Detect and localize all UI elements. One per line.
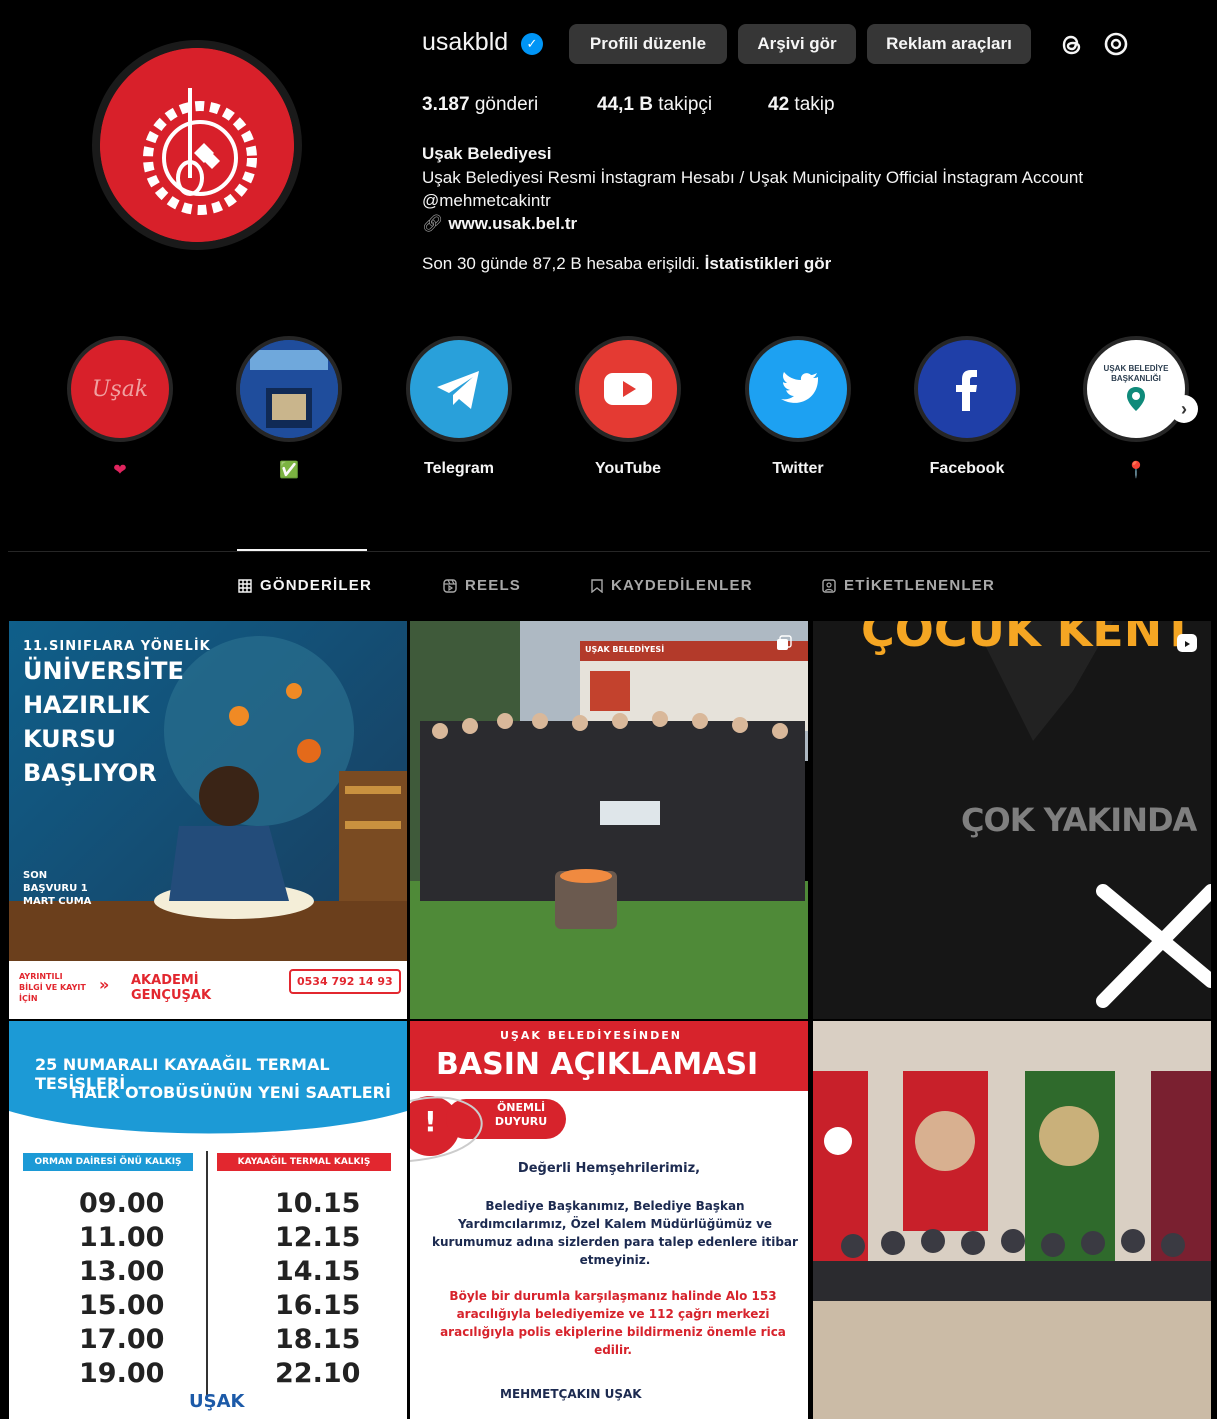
post-coming-soon: ÇOK YAKINDA xyxy=(961,801,1197,839)
tab-reels[interactable]: REELS xyxy=(443,577,521,594)
verified-badge-icon: ✓ xyxy=(521,33,543,55)
followers-count[interactable]: 44,1 B takipçi xyxy=(597,94,712,116)
post-greeting: Değerli Hemşehrilerimiz, xyxy=(517,1161,701,1176)
highlight-label: Telegram xyxy=(424,460,494,477)
departure-times-1: 09.00 11.00 13.00 15.00 17.00 19.00 xyxy=(79,1188,165,1389)
post-tile[interactable]: ÇOCUK KENT ÇOK YAKINDA xyxy=(813,621,1211,1019)
post-body-2: Böyle bir durumla karşılaşmanız halinde … xyxy=(440,1289,786,1357)
highlight-label: 📍 xyxy=(1126,462,1146,479)
post-deadline: SON BAŞVURU 1 MART CUMA xyxy=(23,870,92,907)
edit-profile-button[interactable]: Profili düzenle xyxy=(569,24,727,64)
post-line-1: 11.SINIFLARA YÖNELİK xyxy=(23,639,211,654)
post-badge: ÖNEMLİ DUYURU xyxy=(494,1101,548,1128)
tagged-user-icon xyxy=(822,578,836,593)
column-header-2: KAYAAĞIL TERMAL KALKIŞ xyxy=(217,1153,391,1171)
reach-text: Son 30 günde 87,2 B hesaba erişildi. İst… xyxy=(422,254,832,273)
post-info: AYRINTILI BİLGİ VE KAYIT İÇİN xyxy=(19,972,86,1003)
view-archive-button[interactable]: Arşivi gör xyxy=(738,24,856,64)
highlight-label: ❤ xyxy=(113,462,127,479)
avatar[interactable] xyxy=(100,48,294,242)
bio-link[interactable]: 🔗︎ www.usak.bel.tr xyxy=(422,214,577,234)
post-tile[interactable]: 11.SINIFLARA YÖNELİK ÜNİVERSİTE HAZIRLIK… xyxy=(9,621,407,1019)
post-title-2: HALK OTOBÜSÜNÜN YENİ SAATLERİ xyxy=(71,1083,391,1102)
highlight-item[interactable]: ✅ xyxy=(234,336,344,480)
tab-tagged[interactable]: ETİKETLENENLER xyxy=(822,577,995,594)
reels-icon xyxy=(1175,631,1199,655)
highlight-cover-text: UŞAK BELEDİYE BAŞKANLIĞI xyxy=(1103,364,1169,383)
view-insights-link[interactable]: İstatistikleri gör xyxy=(705,254,832,273)
chevron-double-icon: » xyxy=(99,975,110,994)
post-body-1: Belediye Başkanımız, Belediye Başkan Yar… xyxy=(432,1199,798,1267)
building-photo-icon xyxy=(240,340,338,438)
highlights-next-button[interactable]: › xyxy=(1170,395,1198,423)
post-line-2: ÜNİVERSİTE xyxy=(23,657,184,685)
post-tile[interactable] xyxy=(813,1021,1211,1419)
bio-name: Uşak Belediyesi xyxy=(422,144,552,163)
bookmark-icon xyxy=(591,578,603,593)
ad-tools-button[interactable]: Reklam araçları xyxy=(867,24,1031,64)
post-top-text: ÇOCUK KENT xyxy=(861,621,1194,657)
usak-logo-icon xyxy=(100,48,294,242)
settings-gear-icon[interactable] xyxy=(1099,27,1133,61)
post-tile[interactable]: 25 NUMARALI KAYAAĞIL TERMAL TESİSLERİ HA… xyxy=(9,1021,407,1419)
chevron-right-icon: › xyxy=(1181,398,1187,419)
highlight-item[interactable]: Facebook xyxy=(912,336,1022,478)
highlight-cover-text: Uşak xyxy=(91,376,149,402)
reels-icon xyxy=(443,578,457,593)
telegram-icon xyxy=(437,371,479,409)
following-count[interactable]: 42 takip xyxy=(768,94,835,116)
post-kicker: UŞAK BELEDİYESİNDEN xyxy=(500,1029,682,1042)
posts-count: 3.187 gönderi xyxy=(422,94,539,115)
twitter-icon xyxy=(781,372,818,403)
highlight-label: Twitter xyxy=(772,460,824,477)
bio-mention[interactable]: @mehmetcakintr xyxy=(422,191,551,211)
carousel-icon xyxy=(776,635,792,651)
bio-description: Uşak Belediyesi Resmi İnstagram Hesabı /… xyxy=(422,168,1084,187)
facebook-icon xyxy=(956,370,977,411)
username: usakbld xyxy=(422,28,509,56)
tabs-divider xyxy=(8,551,1210,552)
post-sign: UŞAK BELEDİYESİ xyxy=(585,645,665,654)
post-brand: AKADEMİ GENÇUŞAK xyxy=(131,973,212,1003)
youtube-icon xyxy=(604,373,652,405)
post-brand: UŞAK xyxy=(189,1391,245,1412)
exclamation-icon: ! xyxy=(424,1105,437,1138)
post-line-5: BAŞLIYOR xyxy=(23,759,157,787)
event-photo-icon xyxy=(813,1021,1211,1419)
location-pin-icon xyxy=(1127,387,1145,411)
highlight-label: ✅ xyxy=(279,462,299,479)
post-phone: 0534 792 14 93 xyxy=(289,969,401,994)
post-footer: MEHMETÇAKIN UŞAK xyxy=(500,1387,642,1401)
post-tile[interactable]: UŞAK BELEDİYESİNDEN BASIN AÇIKLAMASI ! Ö… xyxy=(410,1021,808,1419)
post-tile[interactable]: UŞAK BELEDİYESİ xyxy=(410,621,808,1019)
highlight-label: YouTube xyxy=(594,460,662,477)
group-photo-icon xyxy=(410,621,808,1019)
departure-times-2: 10.15 12.15 14.15 16.15 18.15 22.10 xyxy=(275,1188,361,1389)
link-icon: 🔗︎ xyxy=(422,214,444,233)
post-line-3: HAZIRLIK xyxy=(23,691,150,719)
highlight-item[interactable]: Uşak ❤ xyxy=(65,336,175,480)
highlight-label: Facebook xyxy=(929,460,1005,477)
post-title: BASIN AÇIKLAMASI xyxy=(436,1047,759,1082)
highlight-item[interactable]: Twitter xyxy=(743,336,853,478)
grid-icon xyxy=(238,578,252,593)
tab-saved[interactable]: KAYDEDİLENLER xyxy=(591,577,753,594)
column-header-1: ORMAN DAİRESİ ÖNÜ KALKIŞ xyxy=(23,1153,193,1171)
tab-posts[interactable]: GÖNDERİLER xyxy=(238,577,372,594)
active-tab-indicator xyxy=(237,549,367,551)
post-line-4: KURSU xyxy=(23,725,116,753)
highlight-item[interactable]: YouTube xyxy=(573,336,683,478)
threads-icon[interactable] xyxy=(1055,27,1089,61)
highlight-item[interactable]: Telegram xyxy=(404,336,514,478)
